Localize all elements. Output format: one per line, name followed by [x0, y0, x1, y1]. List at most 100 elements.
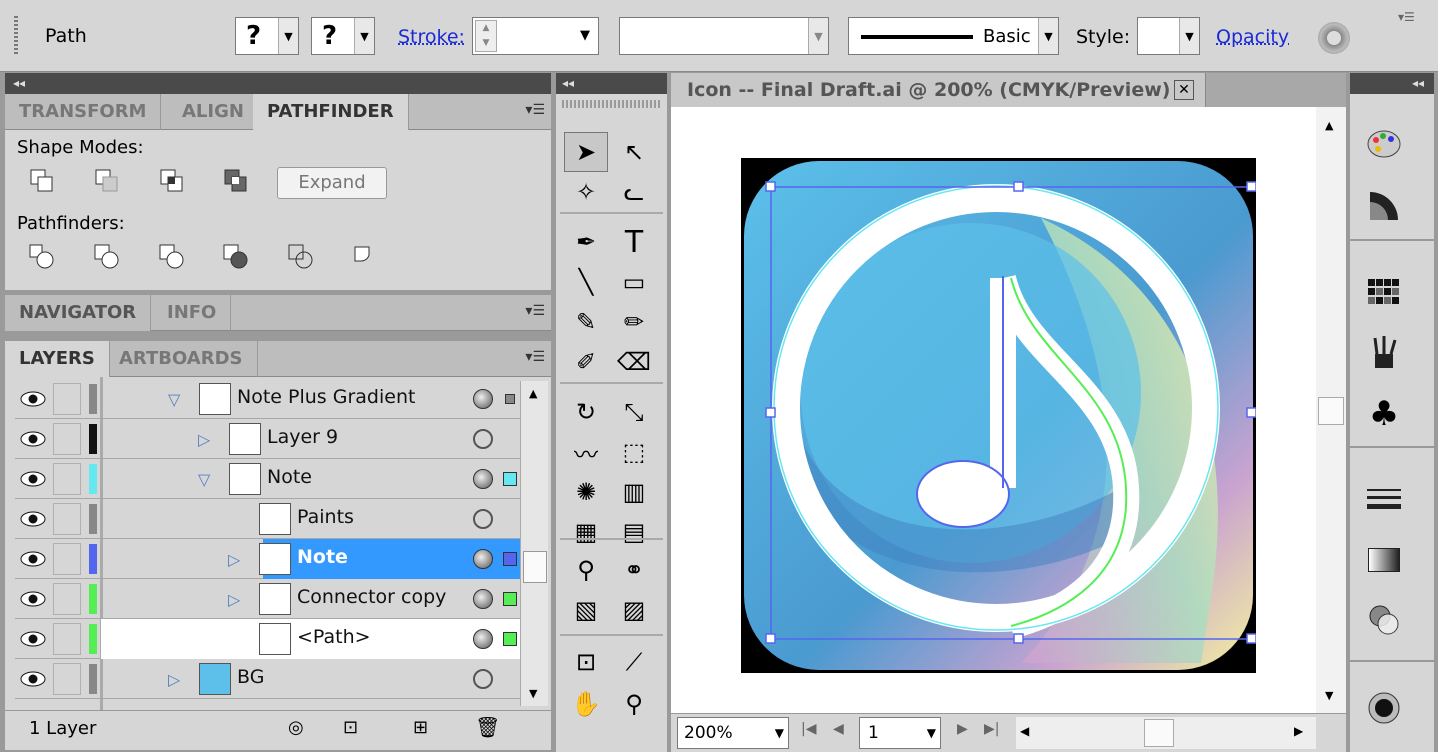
disclosure-collapsed-icon[interactable]: ▷ — [228, 590, 240, 609]
lock-toggle[interactable] — [53, 543, 81, 575]
target-circle[interactable] — [473, 509, 493, 529]
layer-row[interactable]: <Path> — [15, 619, 520, 659]
opacity-link[interactable]: Opacity — [1216, 26, 1289, 48]
tab-transform[interactable]: TRANSFORM — [5, 94, 162, 130]
layer-row[interactable]: Paints — [15, 499, 520, 539]
mesh-tool-icon[interactable]: ▦ — [564, 512, 608, 552]
hscroll-thumb[interactable] — [1144, 719, 1174, 747]
graph-tool-icon[interactable]: ▥ — [612, 472, 656, 512]
hand-tool-icon[interactable]: ✋ — [564, 684, 608, 724]
visibility-eye-icon[interactable] — [17, 583, 49, 615]
blend-tool-icon[interactable]: ⚭ — [612, 550, 656, 590]
pen-tool-icon[interactable]: ✒ — [564, 222, 608, 262]
artboard-tool-icon[interactable]: ⊡ — [564, 642, 608, 682]
tab-pathfinder[interactable]: PATHFINDER — [253, 94, 409, 130]
target-circle[interactable] — [473, 469, 493, 489]
control-bar-grip[interactable] — [14, 16, 18, 56]
expand-dock-icon[interactable]: ◂◂ — [1412, 76, 1424, 90]
rectangle-tool-icon[interactable]: ▭ — [612, 262, 656, 302]
selection-indicator[interactable] — [503, 632, 517, 646]
layer-row[interactable]: ▷ Connector copy — [15, 579, 520, 619]
stroke-weight-field[interactable]: ▲ ▼ ▼ — [472, 17, 599, 55]
visibility-eye-icon[interactable] — [17, 663, 49, 695]
layer-row[interactable]: ▷ Layer 9 — [15, 419, 520, 459]
collapse-icon[interactable]: ◂◂ — [562, 76, 574, 90]
eraser-tool-icon[interactable]: ⌫ — [612, 342, 656, 382]
document-tab[interactable]: Icon -- Final Draft.ai @ 200% (CMYK/Prev… — [671, 73, 1206, 107]
live-paint-selection-tool-icon[interactable]: ▨ — [612, 590, 656, 630]
target-circle[interactable] — [473, 389, 493, 409]
line-tool-icon[interactable]: ╲ — [564, 262, 608, 302]
disclosure-expanded-icon[interactable]: ▽ — [168, 390, 180, 409]
divide-icon[interactable] — [27, 242, 57, 272]
scroll-down-icon[interactable]: ▼ — [529, 687, 537, 700]
warp-tool-icon[interactable]: 〰 — [564, 432, 608, 472]
panel-menu-icon[interactable]: ▾☰ — [525, 102, 545, 118]
vscroll-thumb[interactable] — [1318, 397, 1344, 425]
selection-indicator[interactable] — [503, 552, 517, 566]
next-artboard-icon[interactable]: ▶ — [957, 721, 968, 737]
lock-toggle[interactable] — [53, 583, 81, 615]
tab-navigator[interactable]: NAVIGATOR — [5, 295, 152, 331]
brushes-icon[interactable] — [1362, 330, 1406, 374]
make-clipping-mask-icon[interactable]: ⊡ — [343, 717, 358, 738]
lock-toggle[interactable] — [53, 503, 81, 535]
appearance-icon[interactable] — [1362, 686, 1406, 730]
live-paint-bucket-tool-icon[interactable]: ▧ — [564, 590, 608, 630]
target-circle[interactable] — [473, 429, 493, 449]
canvas-vscroll[interactable]: ▲ ▼ — [1316, 107, 1346, 713]
new-sublayer-icon[interactable]: ⊞ — [413, 717, 428, 738]
zoom-tool-icon[interactable]: ⚲ — [612, 684, 656, 724]
slice-tool-icon[interactable]: ⟋ — [612, 642, 656, 682]
scroll-up-icon[interactable]: ▲ — [1325, 119, 1333, 132]
panel-menu-icon[interactable]: ▾☰ — [525, 303, 545, 319]
locate-object-icon[interactable]: ◎ — [288, 717, 304, 738]
document-setup-icon[interactable] — [1318, 22, 1350, 54]
lock-toggle[interactable] — [53, 383, 81, 415]
visibility-eye-icon[interactable] — [17, 503, 49, 535]
target-circle[interactable] — [473, 549, 493, 569]
stroke-link[interactable]: Stroke: — [398, 26, 465, 48]
visibility-eye-icon[interactable] — [17, 463, 49, 495]
disclosure-collapsed-icon[interactable]: ▷ — [198, 430, 210, 449]
canvas-hscroll[interactable]: ◀ ▶ — [1016, 717, 1316, 749]
tab-artboards[interactable]: ARTBOARDS — [105, 341, 258, 377]
symbol-sprayer-tool-icon[interactable]: ✺ — [564, 472, 608, 512]
fill-swatch[interactable]: ? ▼ — [235, 17, 299, 55]
color-palette-icon[interactable] — [1362, 122, 1406, 166]
lock-toggle[interactable] — [53, 663, 81, 695]
magic-wand-tool-icon[interactable]: ✧ — [564, 172, 608, 212]
stroke-icon[interactable] — [1362, 478, 1406, 522]
symbols-icon[interactable]: ♣ — [1362, 392, 1406, 436]
target-circle[interactable] — [473, 629, 493, 649]
unite-icon[interactable] — [27, 166, 57, 196]
collapse-icon[interactable]: ◂◂ — [13, 76, 25, 90]
tab-align[interactable]: ALIGN — [168, 94, 259, 130]
panel-menu-icon[interactable]: ▾☰ — [1398, 10, 1415, 24]
visibility-eye-icon[interactable] — [17, 423, 49, 455]
swatches-icon[interactable] — [1362, 270, 1406, 314]
minus-front-icon[interactable] — [92, 166, 122, 196]
lock-toggle[interactable] — [53, 623, 81, 655]
target-circle[interactable] — [473, 669, 493, 689]
scroll-up-icon[interactable]: ▲ — [529, 387, 537, 400]
selection-indicator[interactable] — [505, 394, 515, 404]
gradient-panel-icon[interactable] — [1362, 538, 1406, 582]
layer-row[interactable]: ▷ Note — [15, 539, 520, 579]
type-tool-icon[interactable]: T — [612, 222, 656, 262]
layer-row[interactable]: ▷ BG — [15, 659, 520, 699]
layers-scrollbar[interactable]: ▲ ▼ — [520, 381, 548, 706]
expand-button[interactable]: Expand — [277, 167, 387, 199]
outline-icon[interactable] — [286, 242, 316, 272]
merge-icon[interactable] — [157, 242, 187, 272]
previous-artboard-icon[interactable]: ◀ — [833, 721, 844, 737]
tab-layers[interactable]: LAYERS — [5, 341, 110, 377]
zoom-dropdown[interactable]: 200% ▼ — [677, 717, 789, 749]
stroke-stepper[interactable]: ▲ ▼ — [475, 20, 497, 52]
scroll-down-icon[interactable]: ▼ — [1325, 689, 1333, 702]
icon-artwork[interactable] — [741, 158, 1256, 673]
exclude-icon[interactable] — [221, 166, 251, 196]
eyedropper-tool-icon[interactable]: ⚲ — [564, 550, 608, 590]
paintbrush-tool-icon[interactable]: ✎ — [564, 302, 608, 342]
target-circle[interactable] — [473, 589, 493, 609]
